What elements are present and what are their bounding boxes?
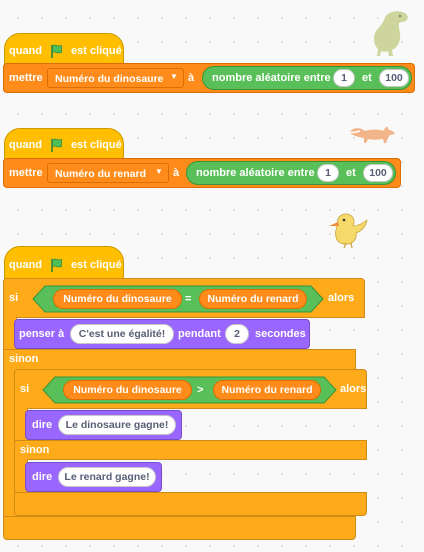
chevron-down-icon: ▼ (170, 72, 178, 81)
random-from-input[interactable]: 1 (333, 69, 355, 87)
random-from-input[interactable]: 1 (317, 164, 339, 182)
else-label: sinon (9, 353, 39, 365)
hat-when-label: quand (9, 45, 42, 57)
random-to-input[interactable]: 100 (379, 69, 409, 87)
say-block[interactable]: dire Le renard gagne! (25, 462, 162, 492)
say-text-input[interactable]: Le renard gagne! (58, 467, 156, 487)
variable-dropdown[interactable]: Numéro du renard ▼ (47, 163, 169, 183)
to-label: à (173, 167, 180, 179)
dinosaur-number-reporter[interactable]: Numéro du dinosaure (63, 380, 192, 400)
green-flag-icon (49, 257, 65, 278)
fox-number-reporter[interactable]: Numéro du renard (199, 289, 307, 309)
then-label: alors (328, 292, 355, 304)
green-flag-icon (49, 43, 65, 64)
for-label: pendant (178, 328, 221, 340)
when-flag-clicked-hat[interactable]: quand est cliqué (4, 128, 124, 162)
hat-clicked-label: est cliqué (71, 139, 122, 151)
say-label: dire (32, 471, 53, 483)
random-reporter[interactable]: nombre aléatoire entre 1 et 100 (202, 66, 412, 90)
to-label: à (188, 72, 195, 84)
greater-than-operator[interactable]: Numéro du dinosaure > Numéro du renard (42, 376, 337, 404)
inner-if-else-block[interactable]: si Numéro du dinosaure > Numéro du renar… (14, 369, 367, 409)
random-label: nombre aléatoire entre (212, 72, 331, 84)
say-block[interactable]: dire Le dinosaure gagne! (25, 410, 182, 440)
set-variable-block[interactable]: mettre Numéro du dinosaure ▼ à nombre al… (3, 63, 415, 93)
if-label: si (9, 292, 19, 304)
if-else-bottom (3, 516, 356, 540)
equals-sign: = (185, 293, 192, 305)
dinosaur-number-reporter[interactable]: Numéro du dinosaure (53, 289, 182, 309)
think-text-input[interactable]: C'est une égalité! (70, 324, 174, 344)
hat-when-label: quand (9, 259, 42, 271)
green-flag-icon (49, 137, 65, 158)
else-bar: sinon (3, 349, 356, 371)
if-else-block[interactable]: si Numéro du dinosaure = Numéro du renar… (3, 278, 365, 318)
seconds-label: secondes (255, 328, 306, 340)
set-label: mettre (9, 167, 43, 179)
inner-else-label: sinon (20, 444, 50, 456)
hat-clicked-label: est cliqué (71, 259, 122, 271)
inner-if-label: si (20, 383, 30, 395)
seconds-input[interactable]: 2 (225, 324, 249, 344)
dinosaur-sprite-icon (370, 6, 414, 63)
inner-else-bar: sinon (14, 440, 367, 460)
inner-then-label: alors (340, 383, 367, 395)
inner-if-else-bottom (14, 492, 367, 516)
hat-when-label: quand (9, 139, 42, 151)
say-text-input[interactable]: Le dinosaure gagne! (58, 415, 176, 435)
fox-number-reporter[interactable]: Numéro du renard (213, 380, 321, 400)
and-label: et (362, 72, 372, 84)
variable-dropdown[interactable]: Numéro du dinosaure ▼ (47, 68, 184, 88)
random-reporter[interactable]: nombre aléatoire entre 1 et 100 (186, 161, 396, 185)
bird-sprite-icon (324, 210, 372, 253)
random-label: nombre aléatoire entre (196, 167, 315, 179)
variable-name: Numéro du dinosaure (55, 73, 164, 85)
and-label: et (346, 167, 356, 179)
set-label: mettre (9, 72, 43, 84)
fox-sprite-icon (347, 120, 397, 149)
random-to-input[interactable]: 100 (363, 164, 393, 182)
variable-name: Numéro du renard (55, 168, 147, 180)
when-flag-clicked-hat[interactable]: quand est cliqué (4, 246, 124, 282)
think-for-seconds-block[interactable]: penser à C'est une égalité! pendant 2 se… (14, 319, 310, 349)
say-label: dire (32, 419, 53, 431)
greater-than-sign: > (197, 384, 204, 396)
set-variable-block[interactable]: mettre Numéro du renard ▼ à nombre aléat… (3, 158, 401, 188)
think-label: penser à (19, 328, 65, 340)
equals-operator[interactable]: Numéro du dinosaure = Numéro du renard (32, 285, 324, 313)
chevron-down-icon: ▼ (155, 167, 163, 176)
hat-clicked-label: est cliqué (71, 45, 122, 57)
